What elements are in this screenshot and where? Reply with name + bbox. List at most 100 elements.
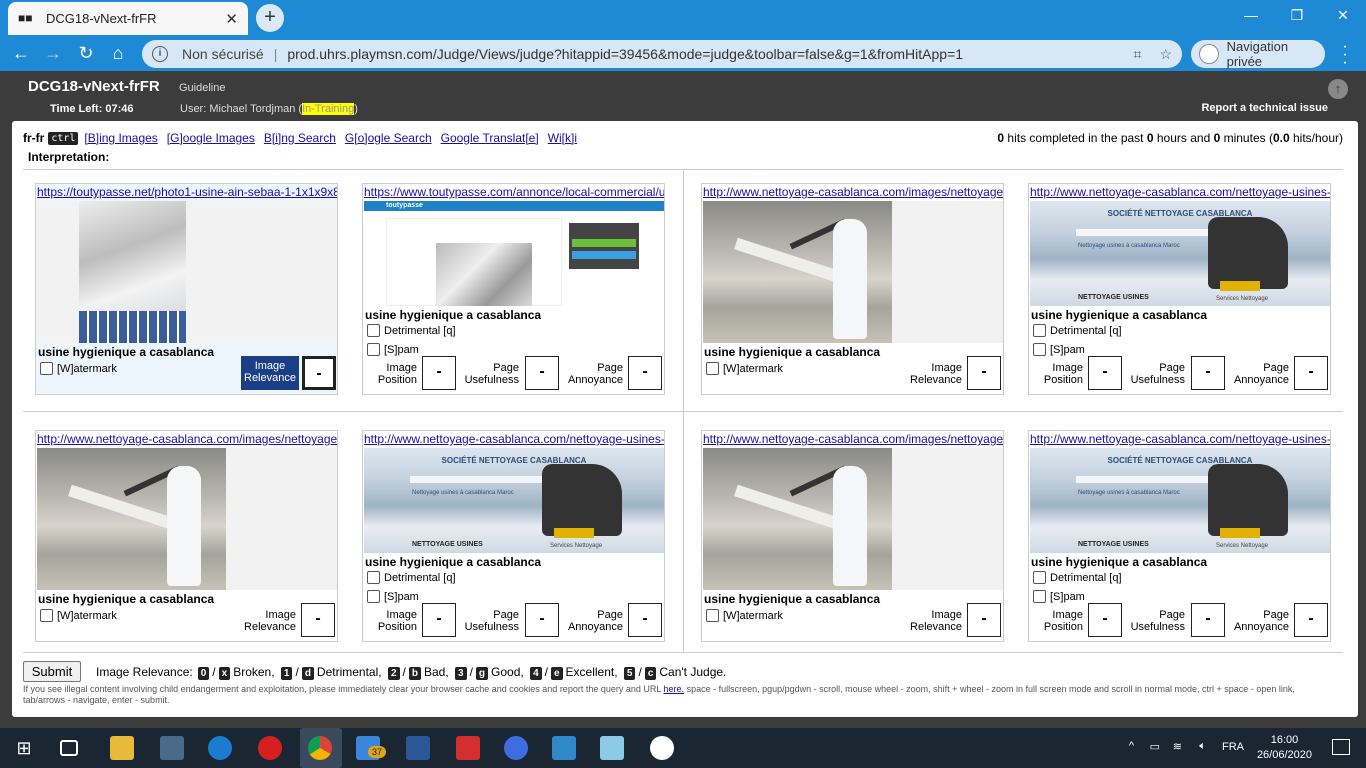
detrimental-checkbox[interactable]: Detrimental [q]	[1033, 324, 1122, 337]
page-annoyance-rating[interactable]: -	[628, 356, 662, 390]
store-icon[interactable]	[160, 736, 184, 760]
watermark-checkbox[interactable]: [W]atermark	[706, 609, 783, 622]
notifications-icon[interactable]	[1332, 739, 1350, 755]
url-text[interactable]: prod.uhrs.playmsn.com/Judge/Views/judge?…	[287, 46, 963, 62]
result-url-link[interactable]: http://www.nettoyage-casablanca.com/imag…	[703, 185, 1003, 199]
close-tab-icon[interactable]: ✕	[225, 10, 238, 28]
result-url-link[interactable]: http://www.nettoyage-casablanca.com/nett…	[364, 432, 664, 446]
google-images-link[interactable]: [G]oogle Images	[167, 131, 255, 145]
result-card[interactable]: http://www.nettoyage-casablanca.com/nett…	[1028, 430, 1331, 642]
wiki-link[interactable]: Wi[k]i	[548, 131, 577, 145]
result-card[interactable]: http://www.nettoyage-casablanca.com/nett…	[362, 430, 665, 642]
opera-icon[interactable]	[258, 736, 282, 760]
scroll-up-icon[interactable]: ↑	[1328, 79, 1348, 99]
task-view-icon[interactable]	[60, 740, 78, 756]
app2-icon[interactable]	[650, 736, 674, 760]
thumbnail[interactable]: SOCIÉTÉ NETTOYAGE CASABLANCA Nettoyage us…	[1030, 448, 1330, 553]
address-bar[interactable]: i Non sécurisé | prod.uhrs.playmsn.com/J…	[142, 40, 1182, 68]
thumbnail[interactable]	[703, 448, 1003, 590]
file-explorer-icon[interactable]	[110, 736, 134, 760]
close-window-button[interactable]: ✕	[1320, 0, 1366, 30]
browser-tab[interactable]: ■■ DCG18-vNext-frFR ✕	[8, 2, 248, 35]
home-icon[interactable]: ⌂	[105, 41, 131, 65]
language-indicator[interactable]: FRA	[1222, 741, 1244, 753]
thumbnail[interactable]: SOCIÉTÉ NETTOYAGE CASABLANCA Nettoyage us…	[364, 448, 664, 553]
network-icon[interactable]: ≋	[1173, 740, 1182, 753]
spam-checkbox[interactable]: [S]pam	[1033, 590, 1085, 603]
report-issue-link[interactable]: Report a technical issue	[1201, 102, 1328, 114]
spam-checkbox[interactable]: [S]pam	[367, 590, 419, 603]
image-relevance-rating[interactable]: -	[301, 603, 335, 637]
watermark-checkbox[interactable]: [W]atermark	[40, 362, 117, 375]
thumbnail[interactable]: toutypasse	[364, 201, 664, 306]
battery-icon[interactable]: ▭	[1150, 740, 1160, 753]
result-url-link[interactable]: http://www.nettoyage-casablanca.com/imag…	[37, 432, 337, 446]
page-annoyance-rating[interactable]: -	[1294, 603, 1328, 637]
spam-checkbox[interactable]: [S]pam	[367, 343, 419, 356]
chrome-icon[interactable]	[308, 736, 332, 760]
google-search-link[interactable]: G[o]ogle Search	[345, 131, 432, 145]
image-relevance-rating[interactable]: -	[967, 356, 1001, 390]
page-annoyance-rating[interactable]: -	[628, 603, 662, 637]
result-card[interactable]: http://www.nettoyage-casablanca.com/imag…	[701, 430, 1004, 642]
result-url-link[interactable]: https://www.toutypasse.com/annonce/local…	[364, 185, 664, 199]
detrimental-checkbox[interactable]: Detrimental [q]	[367, 571, 456, 584]
image-position-rating[interactable]: -	[422, 603, 456, 637]
page-usefulness-rating[interactable]: -	[525, 603, 559, 637]
bing-search-link[interactable]: B[i]ng Search	[264, 131, 336, 145]
guideline-link[interactable]: Guideline	[179, 82, 225, 94]
page-usefulness-rating[interactable]: -	[1191, 356, 1225, 390]
result-card[interactable]: http://www.nettoyage-casablanca.com/imag…	[35, 430, 338, 642]
app-icon[interactable]	[504, 736, 528, 760]
result-card[interactable]: https://www.toutypasse.com/annonce/local…	[362, 183, 665, 395]
chevron-up-icon[interactable]: ^	[1129, 740, 1134, 752]
acrobat-icon[interactable]	[456, 736, 480, 760]
result-url-link[interactable]: https://toutypasse.net/photo1-usine-ain-…	[37, 185, 337, 199]
report-here-link[interactable]: here.	[664, 684, 685, 694]
watermark-checkbox[interactable]: [W]atermark	[40, 609, 117, 622]
translate-icon[interactable]: ⌗	[1134, 46, 1142, 63]
image-position-rating[interactable]: -	[1088, 356, 1122, 390]
restore-button[interactable]: ❐	[1274, 0, 1320, 30]
edge-icon[interactable]	[208, 736, 232, 760]
page-usefulness-rating[interactable]: -	[525, 356, 559, 390]
notes-icon[interactable]	[600, 736, 624, 760]
windows-start-icon[interactable]: ⊞	[12, 736, 36, 760]
result-card[interactable]: https://toutypasse.net/photo1-usine-ain-…	[35, 183, 338, 395]
private-mode-button[interactable]: Navigation privée	[1191, 39, 1325, 69]
result-url-link[interactable]: http://www.nettoyage-casablanca.com/imag…	[703, 432, 1003, 446]
google-translate-link[interactable]: Google Translat[e]	[441, 131, 539, 145]
detrimental-checkbox[interactable]: Detrimental [q]	[367, 324, 456, 337]
bookmark-star-icon[interactable]: ☆	[1159, 46, 1172, 63]
thumbnail[interactable]	[37, 201, 337, 343]
image-relevance-rating[interactable]: -	[967, 603, 1001, 637]
reload-icon[interactable]: ↻	[73, 41, 99, 65]
submit-button[interactable]: Submit	[23, 661, 81, 682]
watermark-checkbox[interactable]: [W]atermark	[706, 362, 783, 375]
result-card[interactable]: http://www.nettoyage-casablanca.com/nett…	[1028, 183, 1331, 395]
thumbnail[interactable]	[703, 201, 1003, 343]
page-annoyance-rating[interactable]: -	[1294, 356, 1328, 390]
photos-icon[interactable]	[552, 736, 576, 760]
bing-images-link[interactable]: [B]ing Images	[84, 131, 157, 145]
forward-icon[interactable]: →	[40, 41, 66, 65]
thumbnail[interactable]	[37, 448, 337, 590]
result-url-link[interactable]: http://www.nettoyage-casablanca.com/nett…	[1030, 432, 1330, 446]
image-relevance-rating[interactable]: -	[302, 356, 336, 390]
back-icon[interactable]: ←	[8, 41, 34, 65]
spam-checkbox[interactable]: [S]pam	[1033, 343, 1085, 356]
image-position-rating[interactable]: -	[422, 356, 456, 390]
thumbnail[interactable]: SOCIÉTÉ NETTOYAGE CASABLANCA Nettoyage us…	[1030, 201, 1330, 306]
new-tab-button[interactable]: +	[256, 4, 284, 32]
minimize-button[interactable]: —	[1228, 0, 1274, 30]
result-card[interactable]: http://www.nettoyage-casablanca.com/imag…	[701, 183, 1004, 395]
detrimental-checkbox[interactable]: Detrimental [q]	[1033, 571, 1122, 584]
volume-icon[interactable]: 🔈︎	[1199, 740, 1206, 753]
word-icon[interactable]	[406, 736, 430, 760]
image-position-rating[interactable]: -	[1088, 603, 1122, 637]
clock[interactable]: 16:00 26/06/2020	[1257, 733, 1312, 763]
info-icon[interactable]: i	[152, 46, 168, 62]
result-url-link[interactable]: http://www.nettoyage-casablanca.com/nett…	[1030, 185, 1330, 199]
page-usefulness-rating[interactable]: -	[1191, 603, 1225, 637]
menu-icon[interactable]: · · ·	[1340, 39, 1350, 71]
